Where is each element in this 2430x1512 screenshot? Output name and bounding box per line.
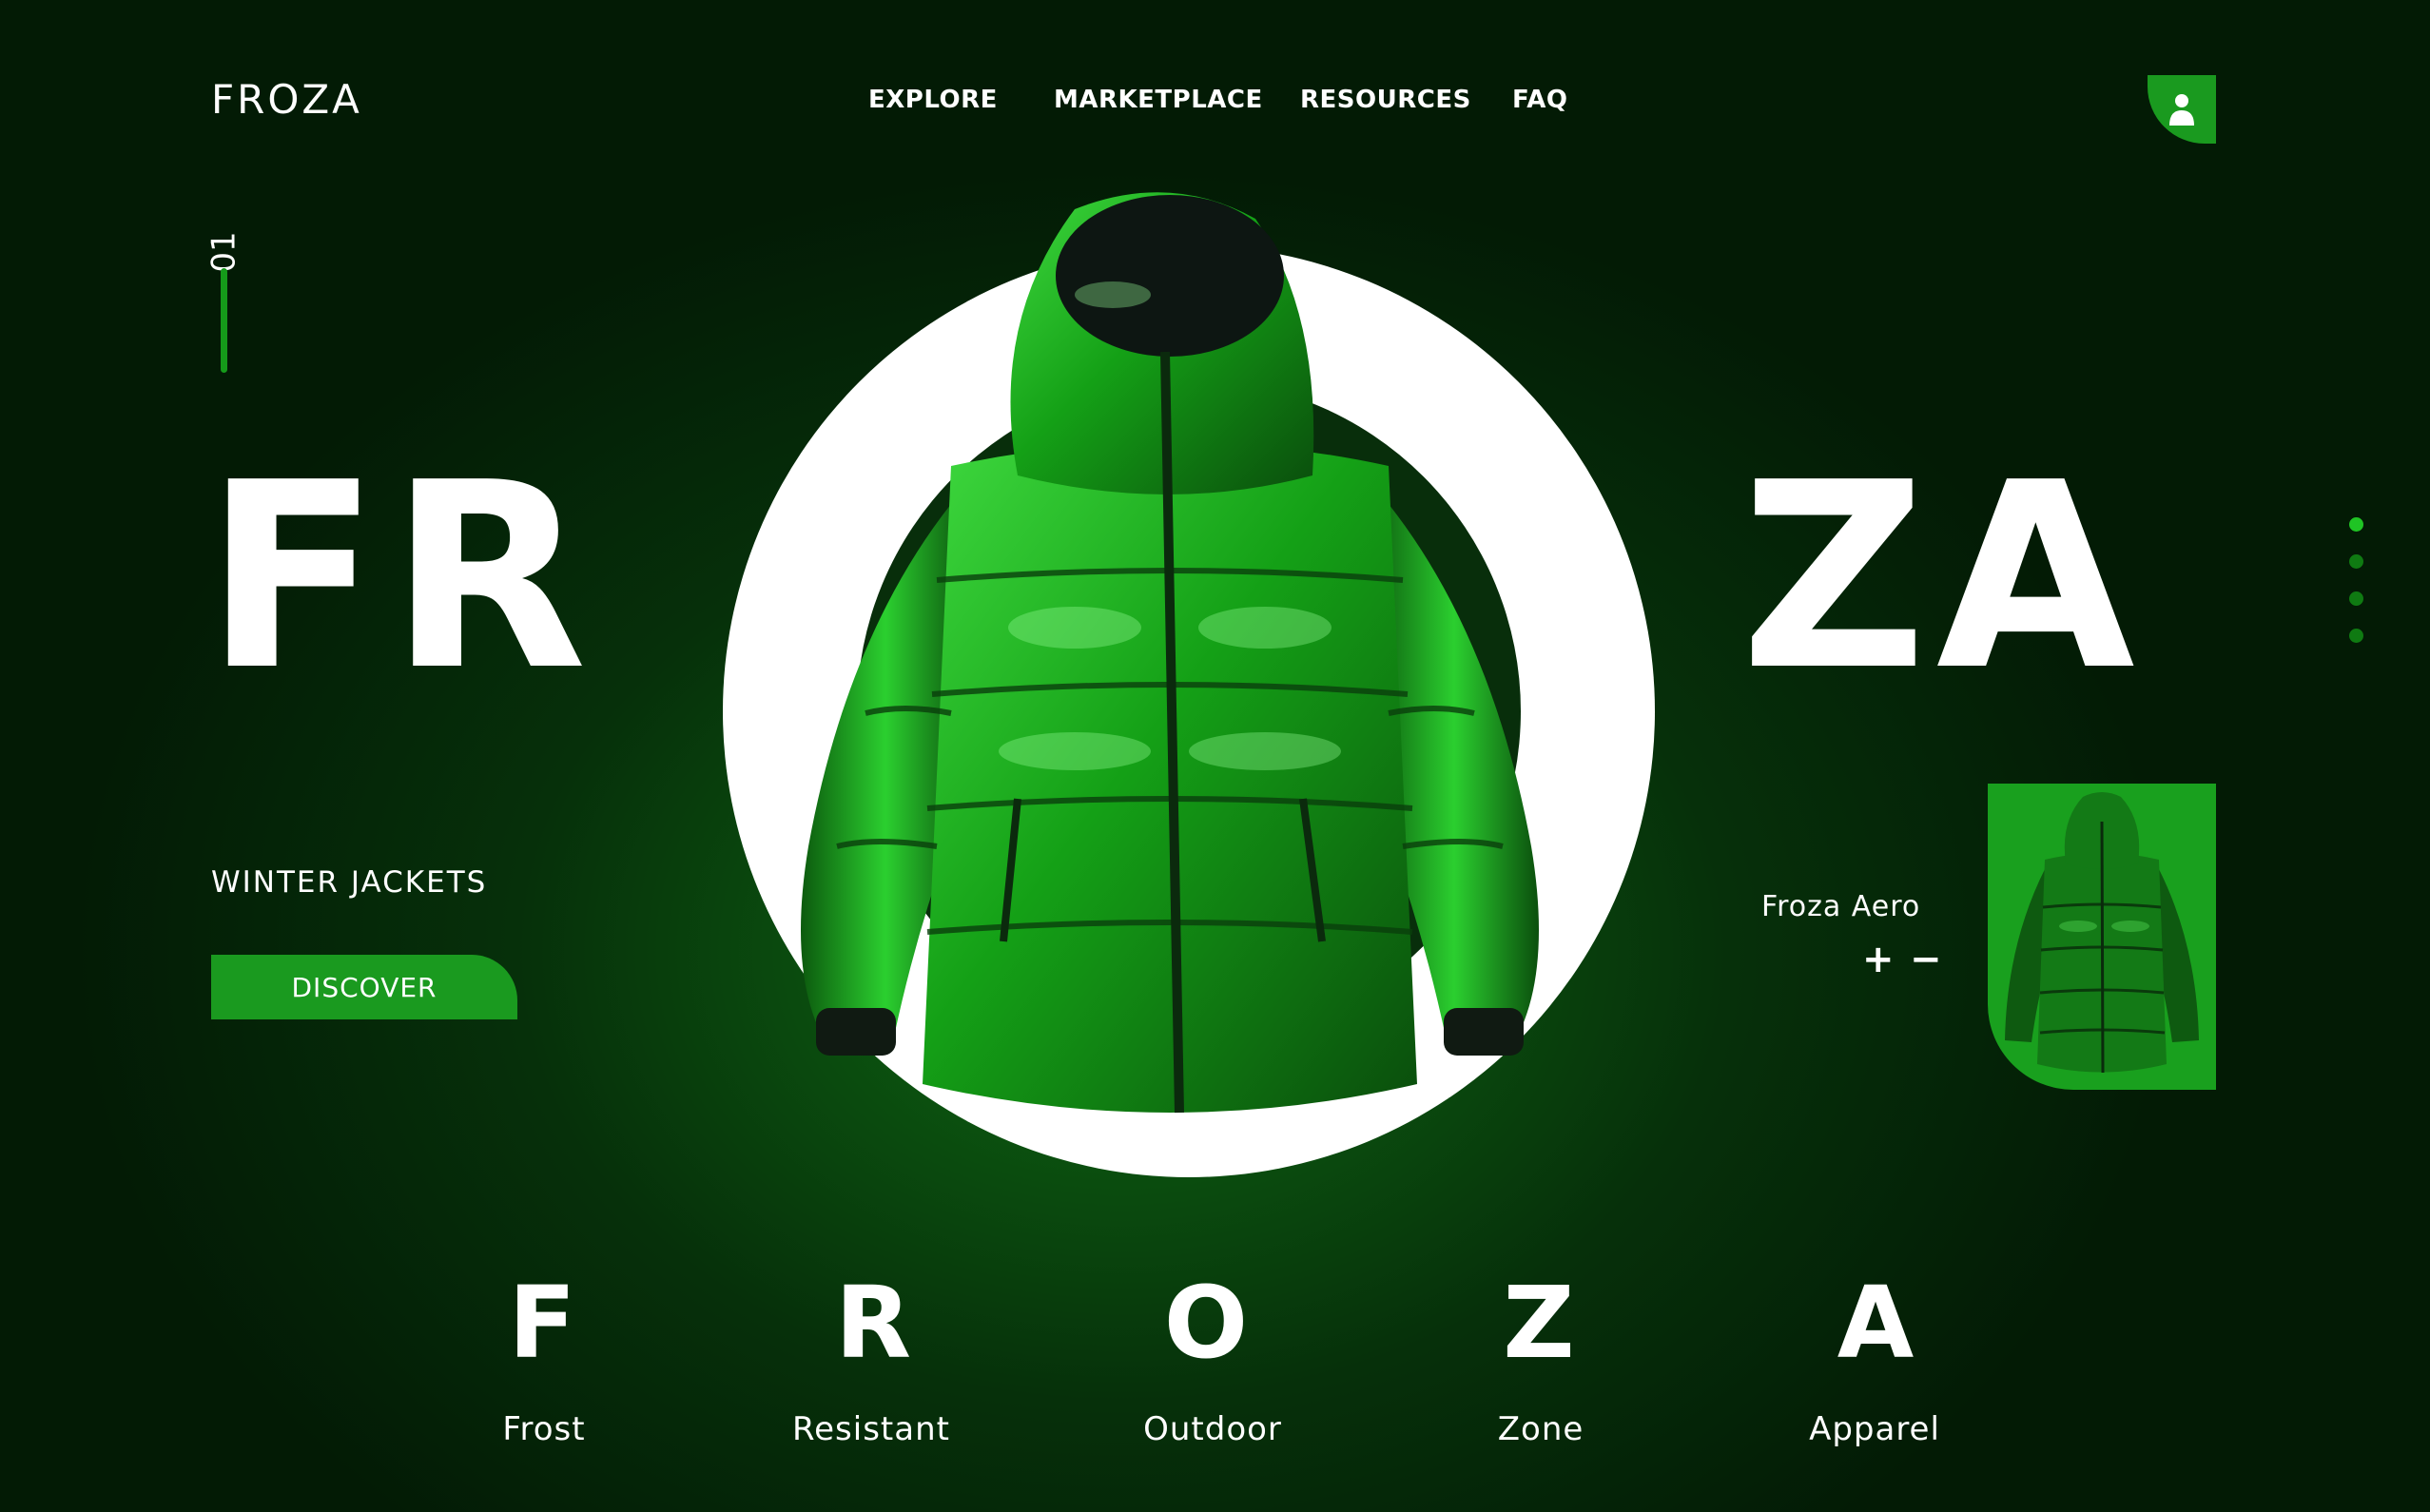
profile-button[interactable] bbox=[2148, 75, 2216, 144]
product-name: Froza Aero bbox=[1761, 890, 1921, 923]
pager-dot-3[interactable] bbox=[2349, 591, 2363, 606]
discover-button[interactable]: DISCOVER bbox=[211, 955, 517, 1019]
nav-explore[interactable]: EXPLORE bbox=[868, 86, 998, 114]
product-thumbnail[interactable] bbox=[1988, 784, 2216, 1090]
nav-marketplace[interactable]: MARKETPLACE bbox=[1054, 86, 1263, 114]
nav-resources[interactable]: RESOURCES bbox=[1300, 86, 1471, 114]
hero-subtitle: WINTER JACKETS bbox=[211, 865, 488, 900]
acronym-word-zone: Zone bbox=[1497, 1410, 1584, 1448]
acronym-letter-z: Z bbox=[1503, 1265, 1575, 1381]
plus-icon[interactable]: + bbox=[1862, 938, 1895, 981]
acronym-letter-r: R bbox=[834, 1265, 912, 1381]
user-icon bbox=[2169, 94, 2194, 126]
product-jacket-image bbox=[2005, 792, 2199, 1074]
minus-icon[interactable]: − bbox=[1910, 938, 1942, 981]
brand-logo[interactable]: FROZA bbox=[211, 76, 362, 123]
acronym-letter-f: F bbox=[508, 1265, 576, 1381]
acronym-letter-a: A bbox=[1837, 1265, 1915, 1381]
hero-title-right: ZA bbox=[1740, 427, 2145, 727]
acronym-word-apparel: Apparel bbox=[1809, 1410, 1940, 1448]
acronym-word-resistant: Resistant bbox=[792, 1410, 950, 1448]
hero-title-left: FR bbox=[204, 427, 597, 727]
pager-dot-4[interactable] bbox=[2349, 629, 2363, 643]
pager-dot-1[interactable] bbox=[2349, 517, 2363, 532]
hero-jacket-image bbox=[801, 192, 1539, 1114]
slide-number: 01 bbox=[204, 231, 243, 273]
slide-progress-bar bbox=[221, 268, 227, 373]
pager-dot-2[interactable] bbox=[2349, 554, 2363, 569]
acronym-letter-o: O bbox=[1163, 1265, 1249, 1381]
acronym-word-outdoor: Outdoor bbox=[1143, 1410, 1282, 1448]
nav-faq[interactable]: FAQ bbox=[1512, 86, 1568, 114]
acronym-word-frost: Frost bbox=[502, 1410, 586, 1448]
